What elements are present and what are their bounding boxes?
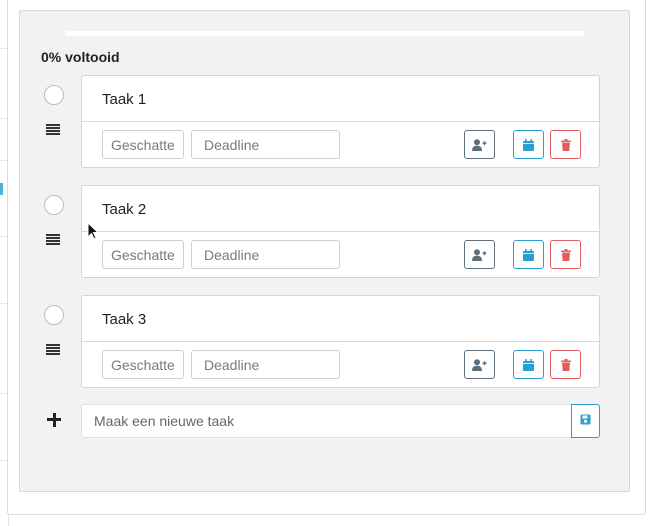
delete-task-button[interactable]: [550, 130, 581, 159]
progress-label: 0% voltooid: [41, 49, 120, 65]
progress-bar: [65, 31, 584, 36]
task-title: Taak 3: [102, 311, 147, 328]
calendar-icon: [523, 358, 534, 371]
circle-checkbox-icon[interactable]: [44, 305, 64, 325]
plus-icon[interactable]: [47, 413, 61, 427]
task-item: Taak 3: [20, 295, 629, 389]
delete-task-button[interactable]: [550, 240, 581, 269]
task-item: Taak 2: [20, 185, 629, 279]
new-task-row: [20, 404, 629, 440]
trash-icon: [560, 248, 571, 261]
drag-handle-icon[interactable]: [46, 124, 60, 136]
task-title: Taak 2: [102, 201, 147, 218]
task-card: Taak 3: [81, 295, 600, 388]
assign-user-button[interactable]: [464, 240, 495, 269]
set-date-button[interactable]: [513, 130, 544, 159]
circle-checkbox-icon[interactable]: [44, 85, 64, 105]
task-title-area[interactable]: Taak 3: [82, 296, 599, 342]
task-card: Taak 2: [81, 185, 600, 278]
set-date-button[interactable]: [513, 350, 544, 379]
user-plus-icon: [472, 358, 487, 371]
drag-handle-icon[interactable]: [46, 234, 60, 246]
save-task-button[interactable]: [571, 404, 600, 438]
user-plus-icon: [472, 138, 487, 151]
task-title: Taak 1: [102, 91, 147, 108]
trash-icon: [560, 138, 571, 151]
user-plus-icon: [472, 248, 487, 261]
deadline-input[interactable]: [191, 240, 340, 269]
estimate-input[interactable]: [102, 130, 184, 159]
mouse-pointer-icon: [87, 222, 100, 240]
calendar-icon: [523, 248, 534, 261]
calendar-icon: [523, 138, 534, 151]
assign-user-button[interactable]: [464, 350, 495, 379]
estimate-input[interactable]: [102, 350, 184, 379]
todo-panel: 0% voltooid Taak 1 Geschatte Deadline Ta…: [19, 10, 630, 492]
trash-icon: [560, 358, 571, 371]
set-date-button[interactable]: [513, 240, 544, 269]
estimate-input[interactable]: [102, 240, 184, 269]
task-item: Taak 1: [20, 75, 629, 169]
assign-user-button[interactable]: [464, 130, 495, 159]
deadline-input[interactable]: [191, 130, 340, 159]
task-title-area[interactable]: Taak 2: [82, 186, 599, 232]
deadline-input[interactable]: [191, 350, 340, 379]
task-title-area[interactable]: Taak 1: [82, 76, 599, 122]
task-card: Taak 1: [81, 75, 600, 168]
circle-checkbox-icon[interactable]: [44, 195, 64, 215]
drag-handle-icon[interactable]: [46, 344, 60, 356]
delete-task-button[interactable]: [550, 350, 581, 379]
new-task-input[interactable]: [81, 404, 571, 438]
save-icon: [580, 412, 591, 430]
